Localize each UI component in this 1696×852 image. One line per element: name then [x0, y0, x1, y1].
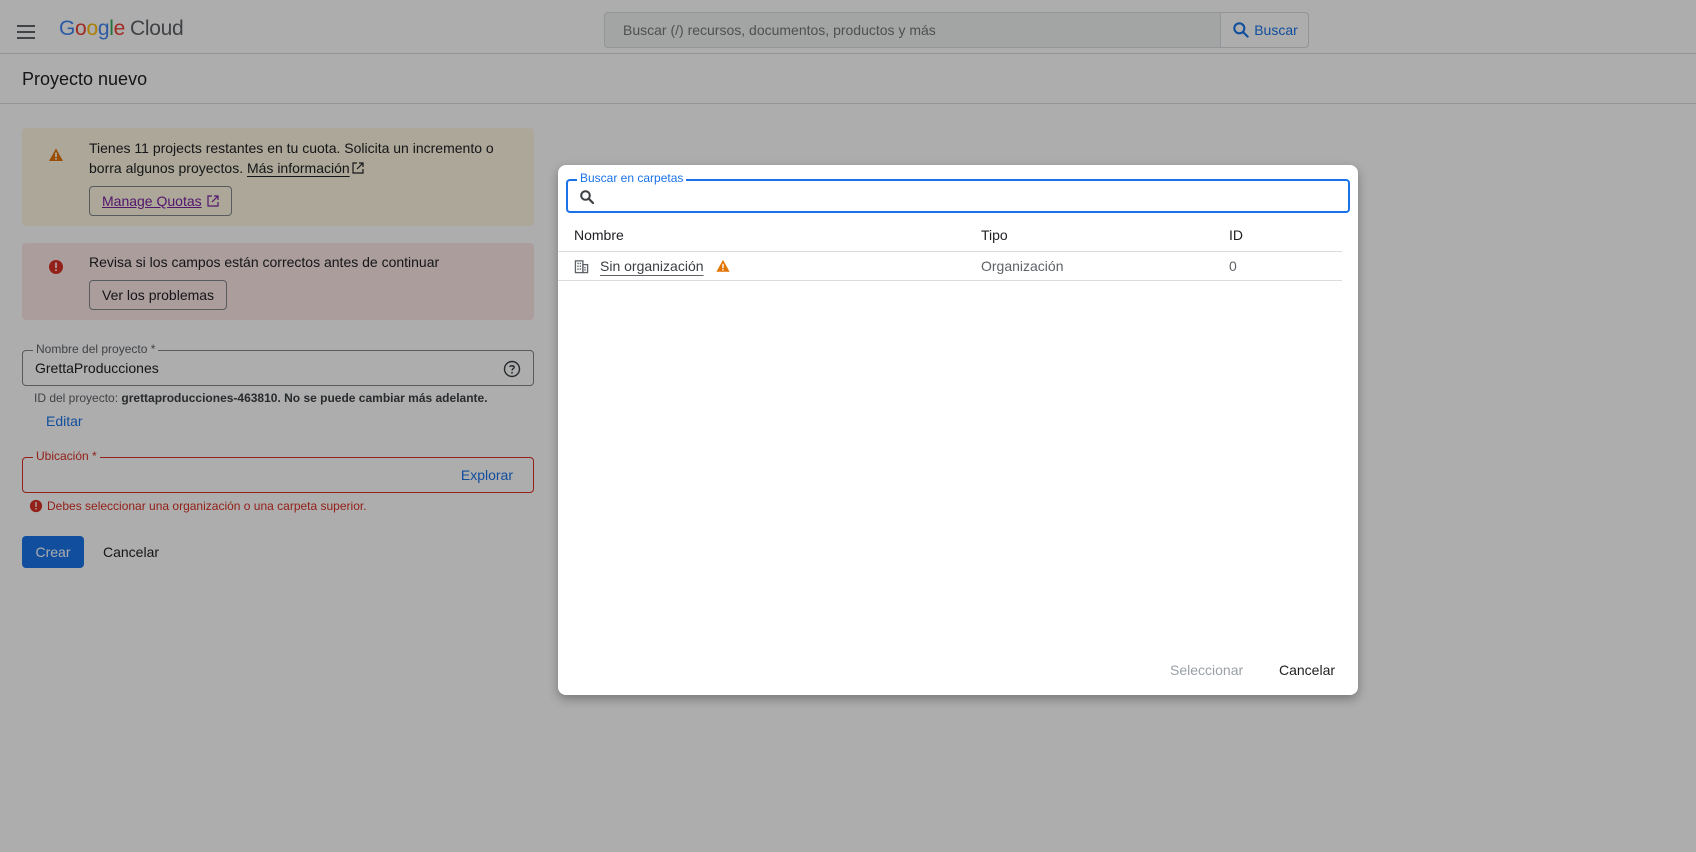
- folder-search-input[interactable]: [602, 183, 1332, 209]
- dialog-cancel-button[interactable]: Cancelar: [1279, 662, 1335, 678]
- organization-icon: [574, 260, 589, 274]
- column-header-id[interactable]: ID: [1229, 227, 1243, 243]
- row-id: 0: [1229, 258, 1237, 274]
- row-name-link[interactable]: Sin organización: [600, 258, 704, 274]
- folder-search-field[interactable]: Buscar en carpetas: [566, 171, 1350, 213]
- warning-icon: [716, 259, 730, 272]
- search-icon: [580, 190, 595, 205]
- column-header-type[interactable]: Tipo: [981, 227, 1008, 243]
- folder-picker-dialog: Buscar en carpetas Nombre Tipo ID Sin or…: [558, 165, 1358, 695]
- table-row[interactable]: Sin organización Organización 0: [558, 252, 1342, 281]
- row-type: Organización: [981, 258, 1064, 274]
- column-header-name[interactable]: Nombre: [574, 227, 624, 243]
- select-button[interactable]: Seleccionar: [1170, 662, 1243, 678]
